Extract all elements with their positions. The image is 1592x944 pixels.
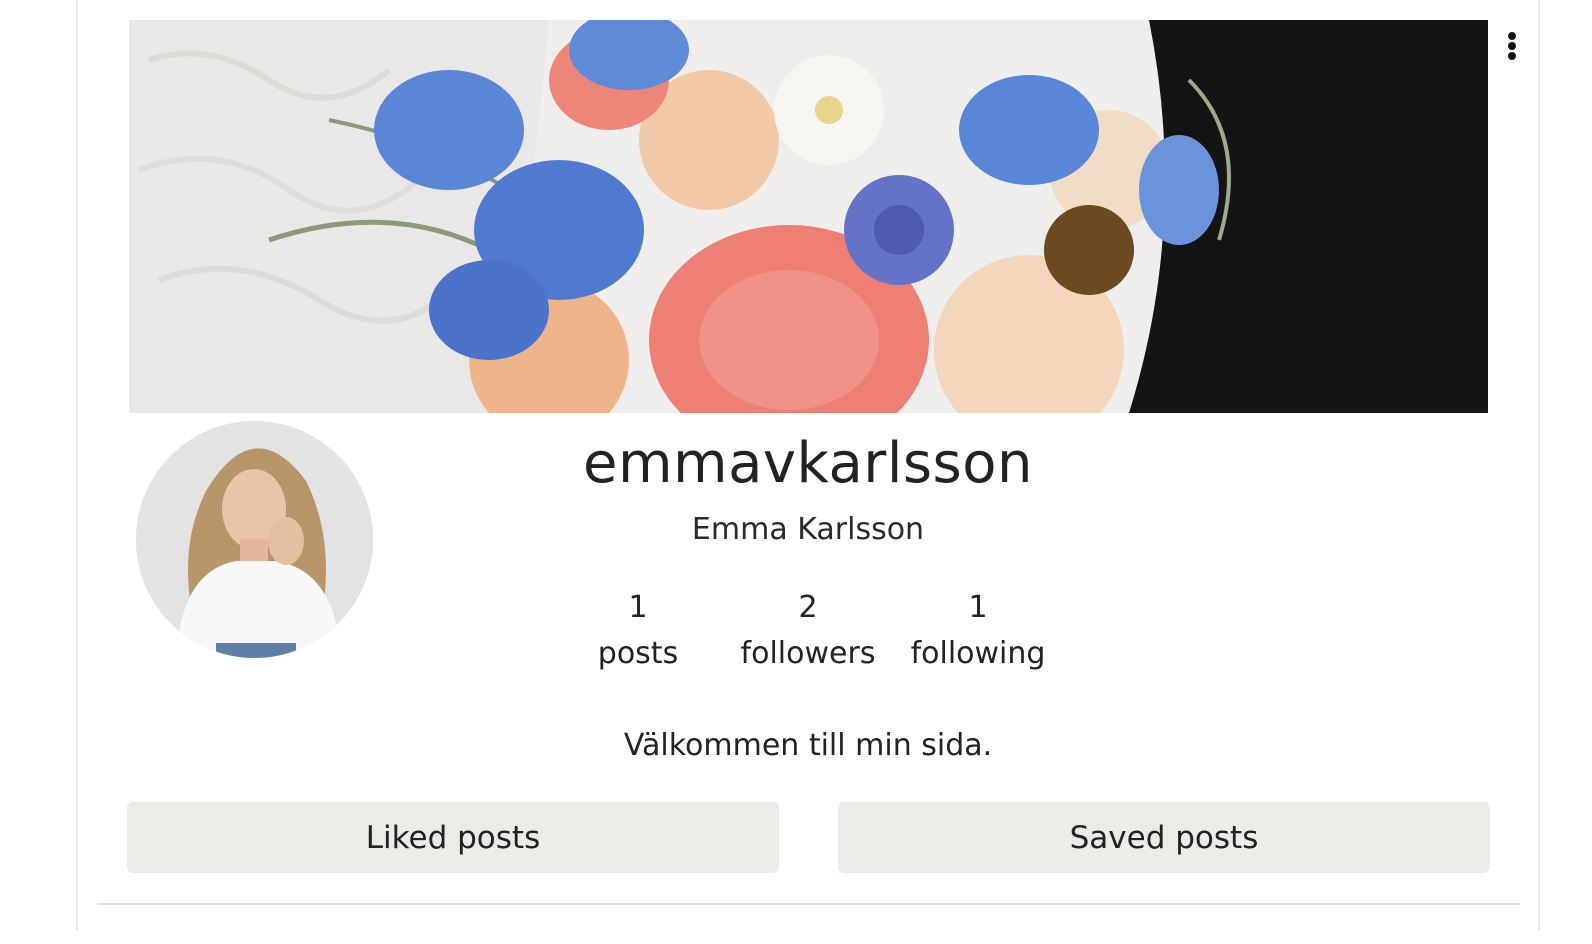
liked-posts-button[interactable]: Liked posts <box>127 802 779 873</box>
stat-following[interactable]: 1 following <box>888 585 1068 677</box>
profile-page: emmavkarlsson Emma Karlsson 1 posts 2 fo… <box>0 0 1592 944</box>
stat-following-value: 1 <box>968 590 988 625</box>
right-divider <box>1538 0 1540 930</box>
stat-followers-label: followers <box>740 636 876 671</box>
full-name: Emma Karlsson <box>691 512 925 547</box>
bio-text: Välkommen till min sida. <box>623 728 993 763</box>
username: emmavkarlsson <box>583 431 1033 496</box>
stat-following-label: following <box>910 636 1046 671</box>
left-divider <box>76 0 78 930</box>
stat-followers-value: 2 <box>798 590 818 625</box>
stat-posts-label: posts <box>597 636 679 671</box>
bottom-divider <box>97 903 1520 905</box>
stat-posts[interactable]: 1 posts <box>548 585 728 677</box>
avatar <box>136 421 373 658</box>
more-vertical-icon[interactable] <box>1498 28 1526 64</box>
saved-posts-button[interactable]: Saved posts <box>838 802 1490 873</box>
cover-photo <box>129 20 1488 413</box>
stat-followers[interactable]: 2 followers <box>718 585 898 677</box>
stat-posts-value: 1 <box>628 590 648 625</box>
